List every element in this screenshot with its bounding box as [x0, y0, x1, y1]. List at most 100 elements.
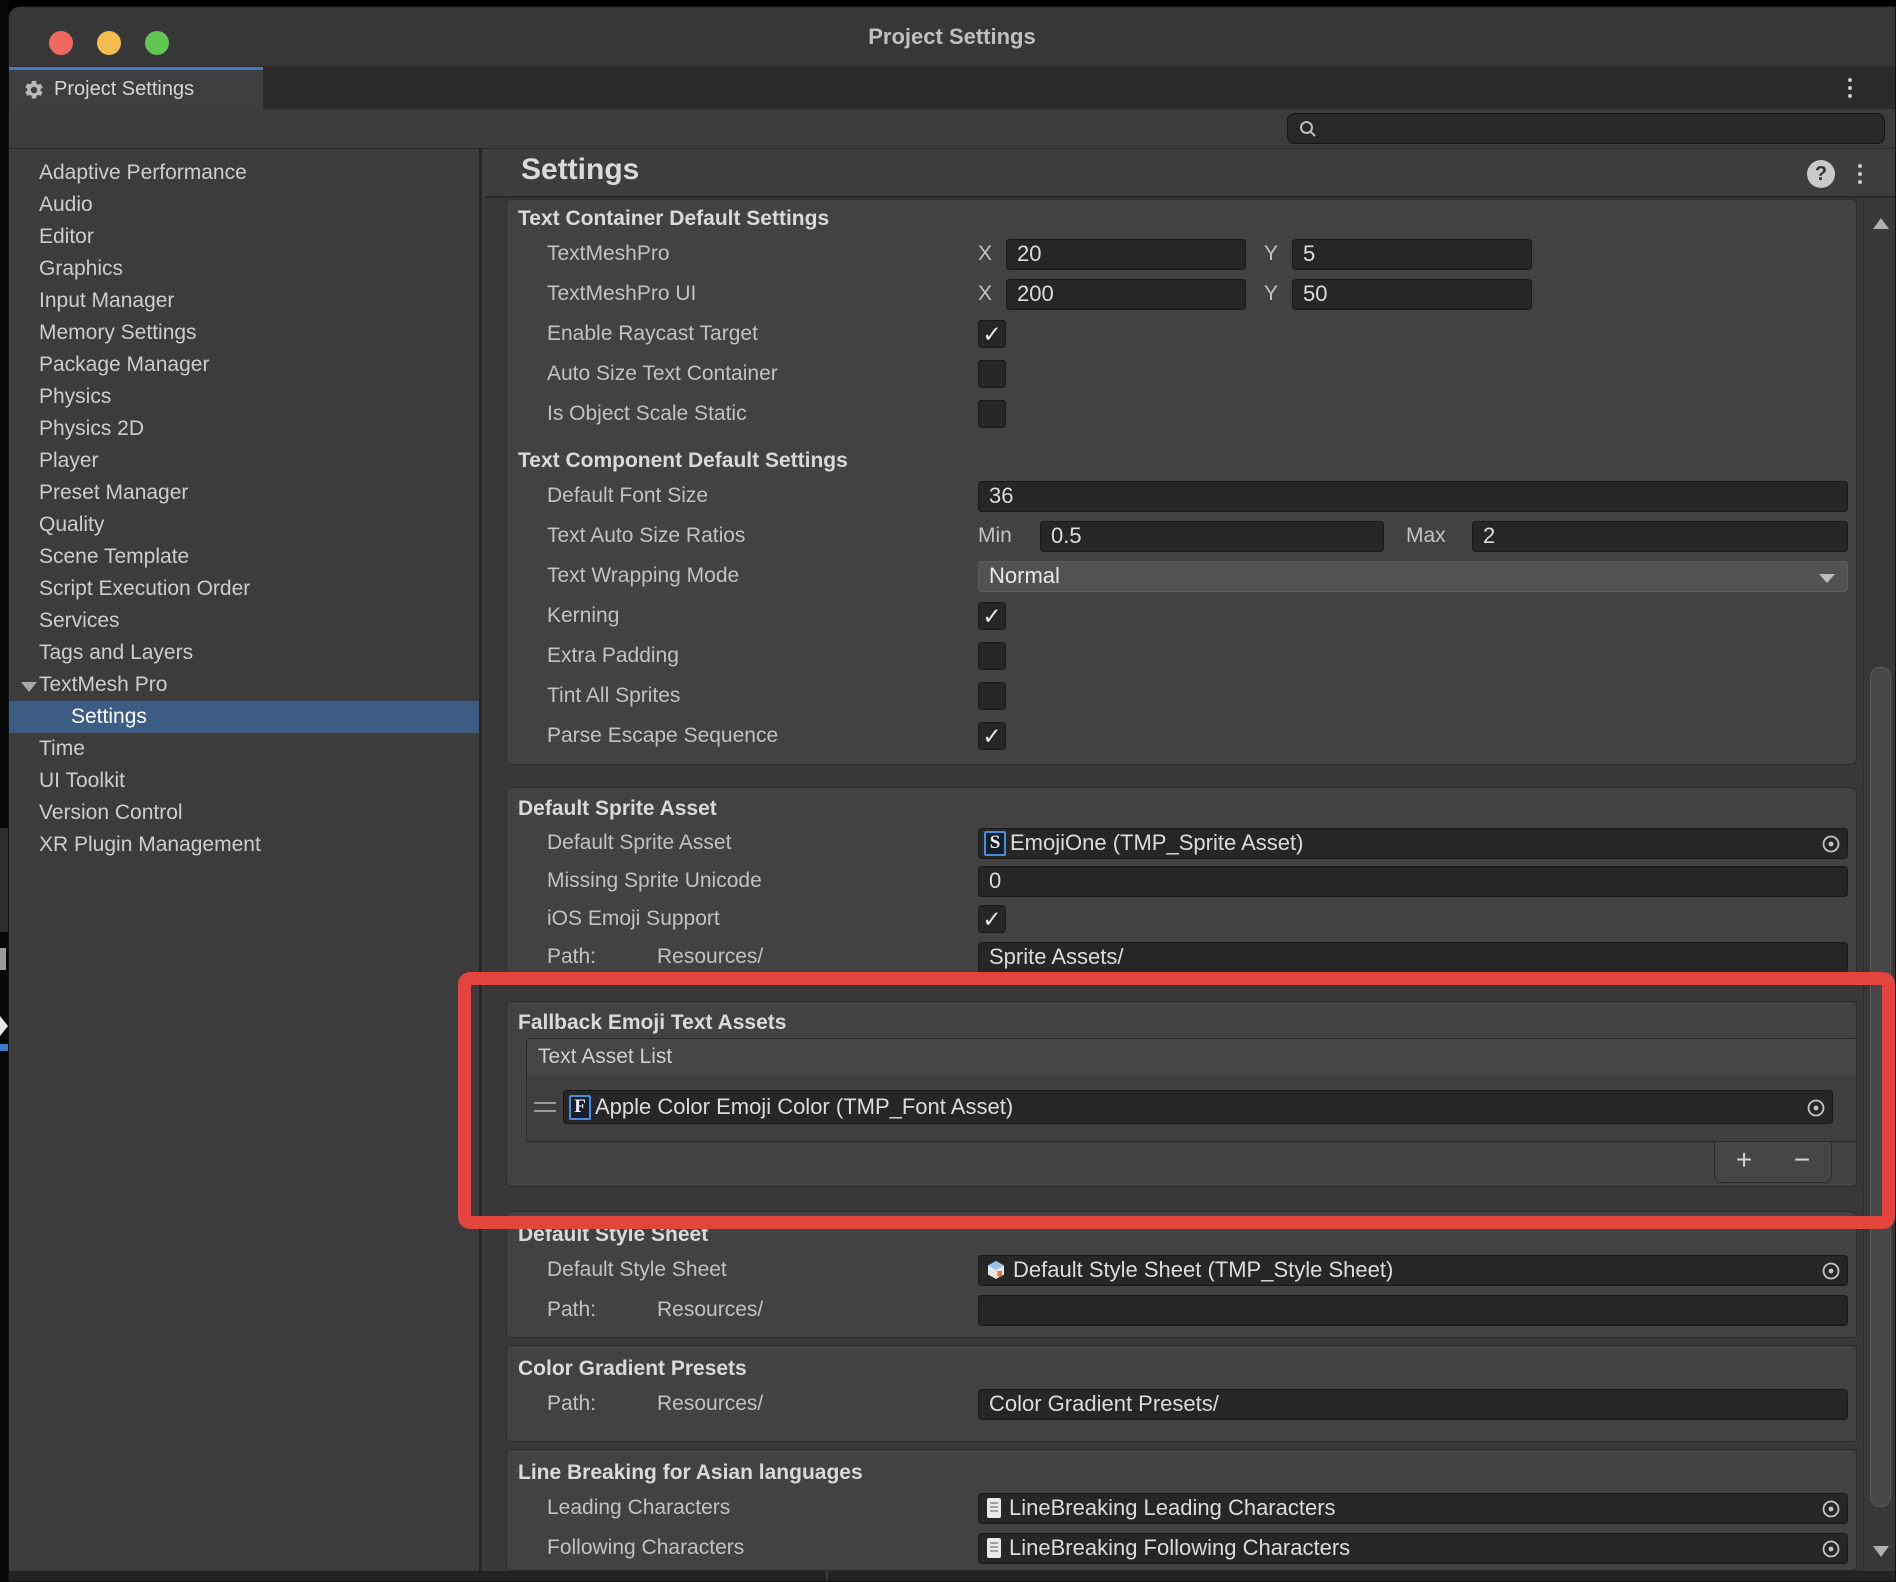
object-picker-icon[interactable]	[1820, 1260, 1842, 1286]
background-fragment	[0, 0, 8, 1582]
sidebar-item-audio[interactable]: Audio	[9, 189, 479, 221]
scroll-down-icon[interactable]	[1873, 1546, 1889, 1557]
sidebar-item-label: Player	[39, 449, 99, 472]
min-field[interactable]: 0.5	[1040, 521, 1384, 552]
row-label: Path:Resources/	[507, 1298, 978, 1322]
sidebar-item-time[interactable]: Time	[9, 733, 479, 765]
sidebar-item-player[interactable]: Player	[9, 445, 479, 477]
row-label: Default Style Sheet	[507, 1258, 978, 1282]
disclosure-triangle-icon[interactable]	[21, 682, 37, 692]
sidebar-item-adaptive-performance[interactable]: Adaptive Performance	[9, 157, 479, 189]
settings-options-kebab-icon[interactable]	[1849, 159, 1871, 189]
checkbox-kerning[interactable]: ✓	[978, 602, 1006, 630]
settings-row: TextMeshProX20Y5	[507, 234, 1856, 274]
x-field[interactable]: 200	[1006, 279, 1246, 310]
settings-row: Kerning✓	[507, 596, 1856, 636]
search-box[interactable]	[1287, 113, 1885, 144]
settings-row: TextMeshPro UIX200Y50	[507, 274, 1856, 314]
row-value	[978, 400, 1848, 428]
object-field-value: LineBreaking Leading Characters	[1009, 1495, 1336, 1521]
sidebar-item-editor[interactable]: Editor	[9, 221, 479, 253]
vertical-scrollbar[interactable]	[1863, 198, 1896, 1571]
text-asset-list: F Apple Color Emoji Color (TMP_Font Asse…	[526, 1075, 1857, 1142]
settings-row: Path:Resources/	[507, 1290, 1856, 1330]
sidebar-item-label: Audio	[39, 193, 93, 216]
help-icon[interactable]: ?	[1807, 160, 1835, 188]
row-label: Following Characters	[507, 1536, 978, 1560]
checkbox-auto-size-text-container[interactable]	[978, 360, 1006, 388]
settings-row: Missing Sprite Unicode0	[507, 862, 1856, 900]
object-field-default-sprite-asset[interactable]: SEmojiOne (TMP_Sprite Asset)	[978, 828, 1848, 859]
section-header: Line Breaking for Asian languages	[507, 1458, 1856, 1488]
row-value	[978, 642, 1848, 670]
y-field[interactable]: 5	[1292, 239, 1532, 270]
sidebar-item-textmesh-pro[interactable]: TextMesh Pro	[9, 669, 479, 701]
settings-group: Line Breaking for Asian languagesLeading…	[506, 1449, 1857, 1571]
text-field-path[interactable]	[978, 1295, 1848, 1326]
sidebar-item-label: UI Toolkit	[39, 769, 125, 792]
checkbox-extra-padding[interactable]	[978, 642, 1006, 670]
checkbox-is-object-scale-static[interactable]	[978, 400, 1006, 428]
y-field[interactable]: 50	[1292, 279, 1532, 310]
checkbox-enable-raycast-target[interactable]: ✓	[978, 320, 1006, 348]
dropdown-text-wrapping-mode[interactable]: Normal	[978, 561, 1848, 592]
object-field-following-characters[interactable]: LineBreaking Following Characters	[978, 1533, 1848, 1564]
sidebar-item-xr-plugin-management[interactable]: XR Plugin Management	[9, 829, 479, 861]
window-bottom-strip	[9, 1571, 1895, 1582]
text-field-default-font-size[interactable]: 36	[978, 481, 1848, 512]
text-field-path[interactable]: Color Gradient Presets/	[978, 1389, 1848, 1420]
checkbox-tint-all-sprites[interactable]	[978, 682, 1006, 710]
sidebar-item-package-manager[interactable]: Package Manager	[9, 349, 479, 381]
tab-project-settings[interactable]: Project Settings	[9, 67, 263, 109]
row-label-part: Resources/	[657, 1392, 763, 1415]
sidebar-item-settings[interactable]: Settings	[9, 701, 479, 733]
remove-item-button[interactable]: −	[1773, 1142, 1831, 1182]
checkbox-parse-escape-sequence[interactable]: ✓	[978, 722, 1006, 750]
sidebar-item-version-control[interactable]: Version Control	[9, 797, 479, 829]
drag-handle[interactable]	[534, 1102, 556, 1112]
sidebar-item-scene-template[interactable]: Scene Template	[9, 541, 479, 573]
max-label: Max	[1406, 524, 1472, 548]
sidebar-item-tags-and-layers[interactable]: Tags and Layers	[9, 637, 479, 669]
sidebar-item-script-execution-order[interactable]: Script Execution Order	[9, 573, 479, 605]
object-field-default-style-sheet[interactable]: Default Style Sheet (TMP_Style Sheet)	[978, 1255, 1848, 1286]
max-field[interactable]: 2	[1472, 521, 1848, 552]
add-item-button[interactable]: +	[1715, 1142, 1773, 1182]
row-label: Text Wrapping Mode	[507, 564, 978, 588]
row-value: X20Y5	[978, 239, 1848, 270]
sidebar-item-ui-toolkit[interactable]: UI Toolkit	[9, 765, 479, 797]
row-label-part: Path:	[547, 1298, 657, 1322]
sidebar-item-memory-settings[interactable]: Memory Settings	[9, 317, 479, 349]
row-label: Auto Size Text Container	[507, 362, 978, 386]
sidebar-item-physics-2d[interactable]: Physics 2D	[9, 413, 479, 445]
row-label: iOS Emoji Support	[507, 907, 978, 931]
section-header: Text Component Default Settings	[507, 446, 1856, 476]
sidebar-item-graphics[interactable]: Graphics	[9, 253, 479, 285]
sidebar-item-quality[interactable]: Quality	[9, 509, 479, 541]
section-header: Default Style Sheet	[507, 1220, 1856, 1250]
sidebar-item-physics[interactable]: Physics	[9, 381, 479, 413]
search-input[interactable]	[1326, 117, 1866, 140]
checkbox-ios-emoji-support[interactable]: ✓	[978, 905, 1006, 933]
settings-row: Parse Escape Sequence✓	[507, 716, 1856, 756]
fallback-font-asset-field[interactable]: F Apple Color Emoji Color (TMP_Font Asse…	[563, 1090, 1833, 1124]
settings-row: iOS Emoji Support✓	[507, 900, 1856, 938]
text-field-path[interactable]: Sprite Assets/	[978, 942, 1848, 973]
object-field-leading-characters[interactable]: LineBreaking Leading Characters	[978, 1493, 1848, 1524]
tab-options-kebab-icon[interactable]	[1839, 73, 1861, 103]
object-picker-icon[interactable]	[1820, 833, 1842, 859]
text-field-missing-sprite-unicode[interactable]: 0	[978, 866, 1848, 897]
object-picker-icon[interactable]	[1805, 1097, 1827, 1124]
object-picker-icon[interactable]	[1820, 1498, 1842, 1524]
tab-bar: Project Settings	[9, 67, 1895, 109]
settings-group: Default Style SheetDefault Style SheetDe…	[506, 1211, 1857, 1338]
settings-content: Text Container Default SettingsTextMeshP…	[485, 198, 1896, 1571]
sidebar-item-preset-manager[interactable]: Preset Manager	[9, 477, 479, 509]
sidebar-item-input-manager[interactable]: Input Manager	[9, 285, 479, 317]
scrollbar-thumb[interactable]	[1870, 667, 1891, 1507]
x-field[interactable]: 20	[1006, 239, 1246, 270]
x-label: X	[978, 242, 1006, 266]
object-picker-icon[interactable]	[1820, 1538, 1842, 1564]
scroll-up-icon[interactable]	[1873, 218, 1889, 229]
sidebar-item-services[interactable]: Services	[9, 605, 479, 637]
